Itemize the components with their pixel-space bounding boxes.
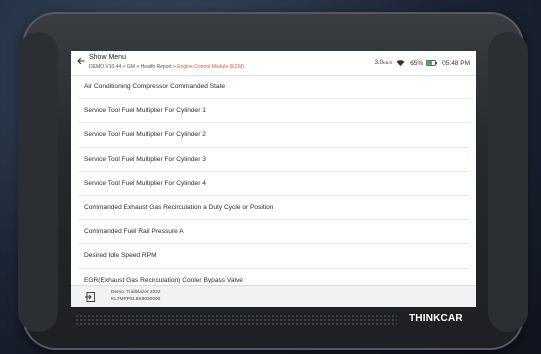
brand-logo: THINKCAR — [409, 313, 463, 324]
breadcrumb-path: DEMO V10.44 > GM > Health Report > — [89, 64, 178, 70]
list-item-label: Service Tool Fuel Multiplier For Cylinde… — [84, 131, 206, 139]
list-item-label: Commanded Fuel Rail Pressure A — [84, 228, 184, 236]
list-item-label: Service Tool Fuel Multiplier For Cylinde… — [84, 155, 206, 163]
clock: 05:48 PM — [442, 60, 470, 67]
vehicle-info: Demo: Trailblazer 2022 KL7MPPSL8K8030000 — [111, 290, 161, 303]
breadcrumb-active: Engine Control Module (ECM) — [177, 64, 244, 70]
list-item[interactable]: Service Tool Fuel Multiplier For Cylinde… — [79, 148, 469, 172]
wifi-icon — [396, 60, 405, 67]
list-item[interactable]: Air Conditioning Compressor Commanded St… — [79, 75, 469, 100]
vehicle-vin: KL7MPPSL8K8030000 — [111, 296, 161, 302]
breadcrumb: DEMO V10.44 > GM > Health Report > Engin… — [89, 64, 244, 70]
clock-period: PM — [460, 59, 470, 67]
list-item[interactable]: EGR(Exhaust Gas Recirculation) Cooler By… — [79, 269, 469, 283]
list-item-label: Desired Idle Speed RPM — [84, 252, 157, 260]
device-bumper-left — [18, 32, 58, 332]
tablet-screen: Show Menu DEMO V10.44 > GM > Health Repo… — [71, 51, 476, 307]
vehicle-name: Demo: Trailblazer 2022 — [111, 290, 161, 295]
list-item-label: Service Tool Fuel Multiplier For Cylinde… — [84, 107, 206, 115]
list-item-label: Air Conditioning Compressor Commanded St… — [84, 83, 226, 91]
page-title: Show Menu — [89, 54, 126, 61]
battery-percent: 65% — [410, 59, 424, 67]
network-speed: 3.0KB/S — [375, 60, 392, 66]
battery-icon — [426, 60, 437, 66]
list-item[interactable]: Commanded Fuel Rail Pressure A — [79, 220, 469, 245]
data-item-list[interactable]: Air Conditioning Compressor Commanded St… — [79, 75, 469, 283]
device-bumper-right — [488, 32, 528, 332]
status-bar: 3.0KB/S 65% 05:48 PM — [375, 58, 470, 68]
network-speed-value: 3.0 — [374, 60, 384, 66]
list-item[interactable]: Service Tool Fuel Multiplier For Cylinde… — [79, 123, 469, 148]
list-item-label: Commanded Exhaust Gas Recirculation a Du… — [84, 204, 274, 212]
speaker-grille — [75, 314, 397, 326]
app-header: Show Menu DEMO V10.44 > GM > Health Repo… — [71, 51, 476, 76]
list-item-label: EGR(Exhaust Gas Recirculation) Cooler By… — [84, 276, 243, 283]
list-item[interactable]: Desired Idle Speed RPM — [79, 244, 469, 269]
exit-icon[interactable] — [84, 291, 96, 303]
list-item[interactable]: Service Tool Fuel Multiplier For Cylinde… — [79, 172, 469, 196]
clock-time: 05:48 — [442, 59, 459, 67]
list-item-label: Service Tool Fuel Multiplier For Cylinde… — [84, 179, 206, 187]
network-speed-unit: KB/S — [383, 60, 393, 65]
footer-bar: Demo: Trailblazer 2022 KL7MPPSL8K8030000 — [71, 285, 476, 307]
list-item[interactable]: Service Tool Fuel Multiplier For Cylinde… — [79, 99, 469, 124]
back-arrow-icon[interactable] — [76, 56, 86, 66]
list-item[interactable]: Commanded Exhaust Gas Recirculation a Du… — [79, 196, 469, 221]
